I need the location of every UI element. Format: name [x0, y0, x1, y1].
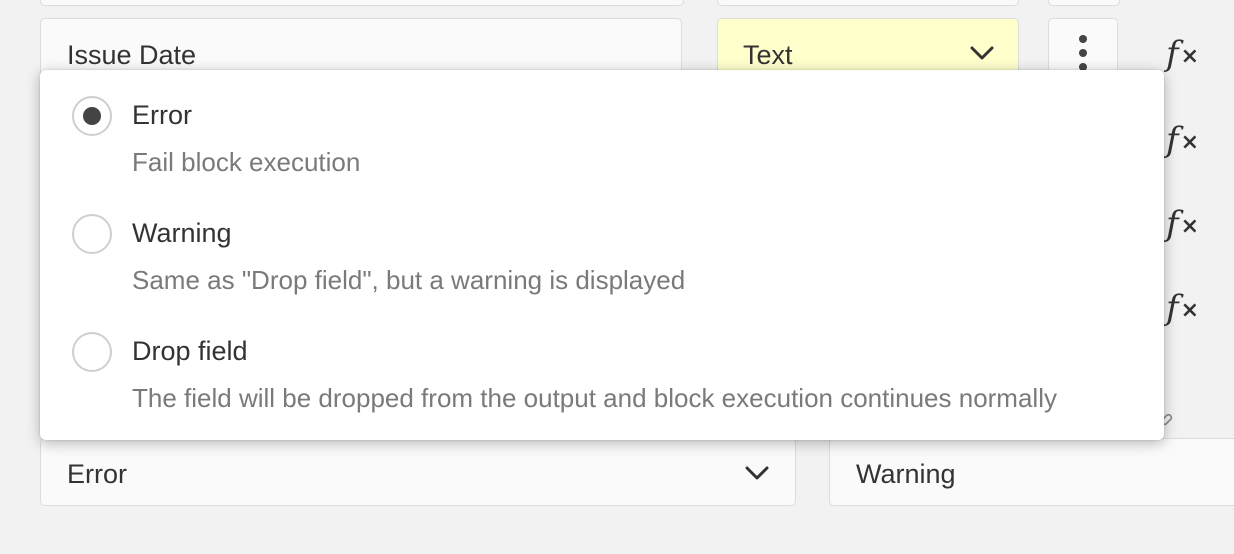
function-icon[interactable]: f× — [1166, 288, 1234, 328]
radio-error[interactable] — [72, 96, 112, 136]
type-select-value: Text — [743, 40, 793, 70]
previous-menu-button[interactable] — [1048, 0, 1120, 6]
warning-field-value: Warning — [856, 459, 956, 489]
function-icon[interactable]: f× — [1166, 204, 1234, 244]
radio-warning[interactable] — [72, 214, 112, 254]
function-icon[interactable]: f× — [1166, 120, 1234, 160]
option-warning-description: Same as "Drop field", but a warning is d… — [132, 265, 686, 295]
option-warning-title: Warning — [132, 218, 232, 248]
on-error-select-value: Error — [67, 459, 127, 489]
option-error-title: Error — [132, 100, 192, 130]
previous-type-select[interactable] — [717, 0, 1019, 6]
option-drop-field-title: Drop field — [132, 336, 248, 366]
function-icon[interactable]: f× — [1166, 34, 1234, 74]
field-name-text: Issue Date — [67, 40, 197, 70]
chevron-down-icon — [745, 466, 769, 480]
option-error[interactable]: Error Fail block execution — [40, 70, 1164, 180]
option-error-description: Fail block execution — [132, 147, 361, 177]
warning-field[interactable]: Warning — [829, 438, 1234, 506]
chevron-down-icon — [970, 46, 994, 60]
kebab-icon — [1079, 35, 1087, 43]
radio-drop-field[interactable] — [72, 332, 112, 372]
option-drop-field[interactable]: Drop field The field will be dropped fro… — [40, 306, 1164, 416]
on-error-select[interactable]: Error — [40, 438, 796, 506]
previous-field-input[interactable] — [40, 0, 684, 6]
option-drop-field-description: The field will be dropped from the outpu… — [132, 383, 1057, 413]
stage: Issue Date Text f× f× f× f× Error Warnin… — [0, 0, 1234, 554]
error-handling-popover: Error Fail block execution Warning Same … — [40, 70, 1164, 440]
option-warning[interactable]: Warning Same as "Drop field", but a warn… — [40, 188, 1164, 298]
